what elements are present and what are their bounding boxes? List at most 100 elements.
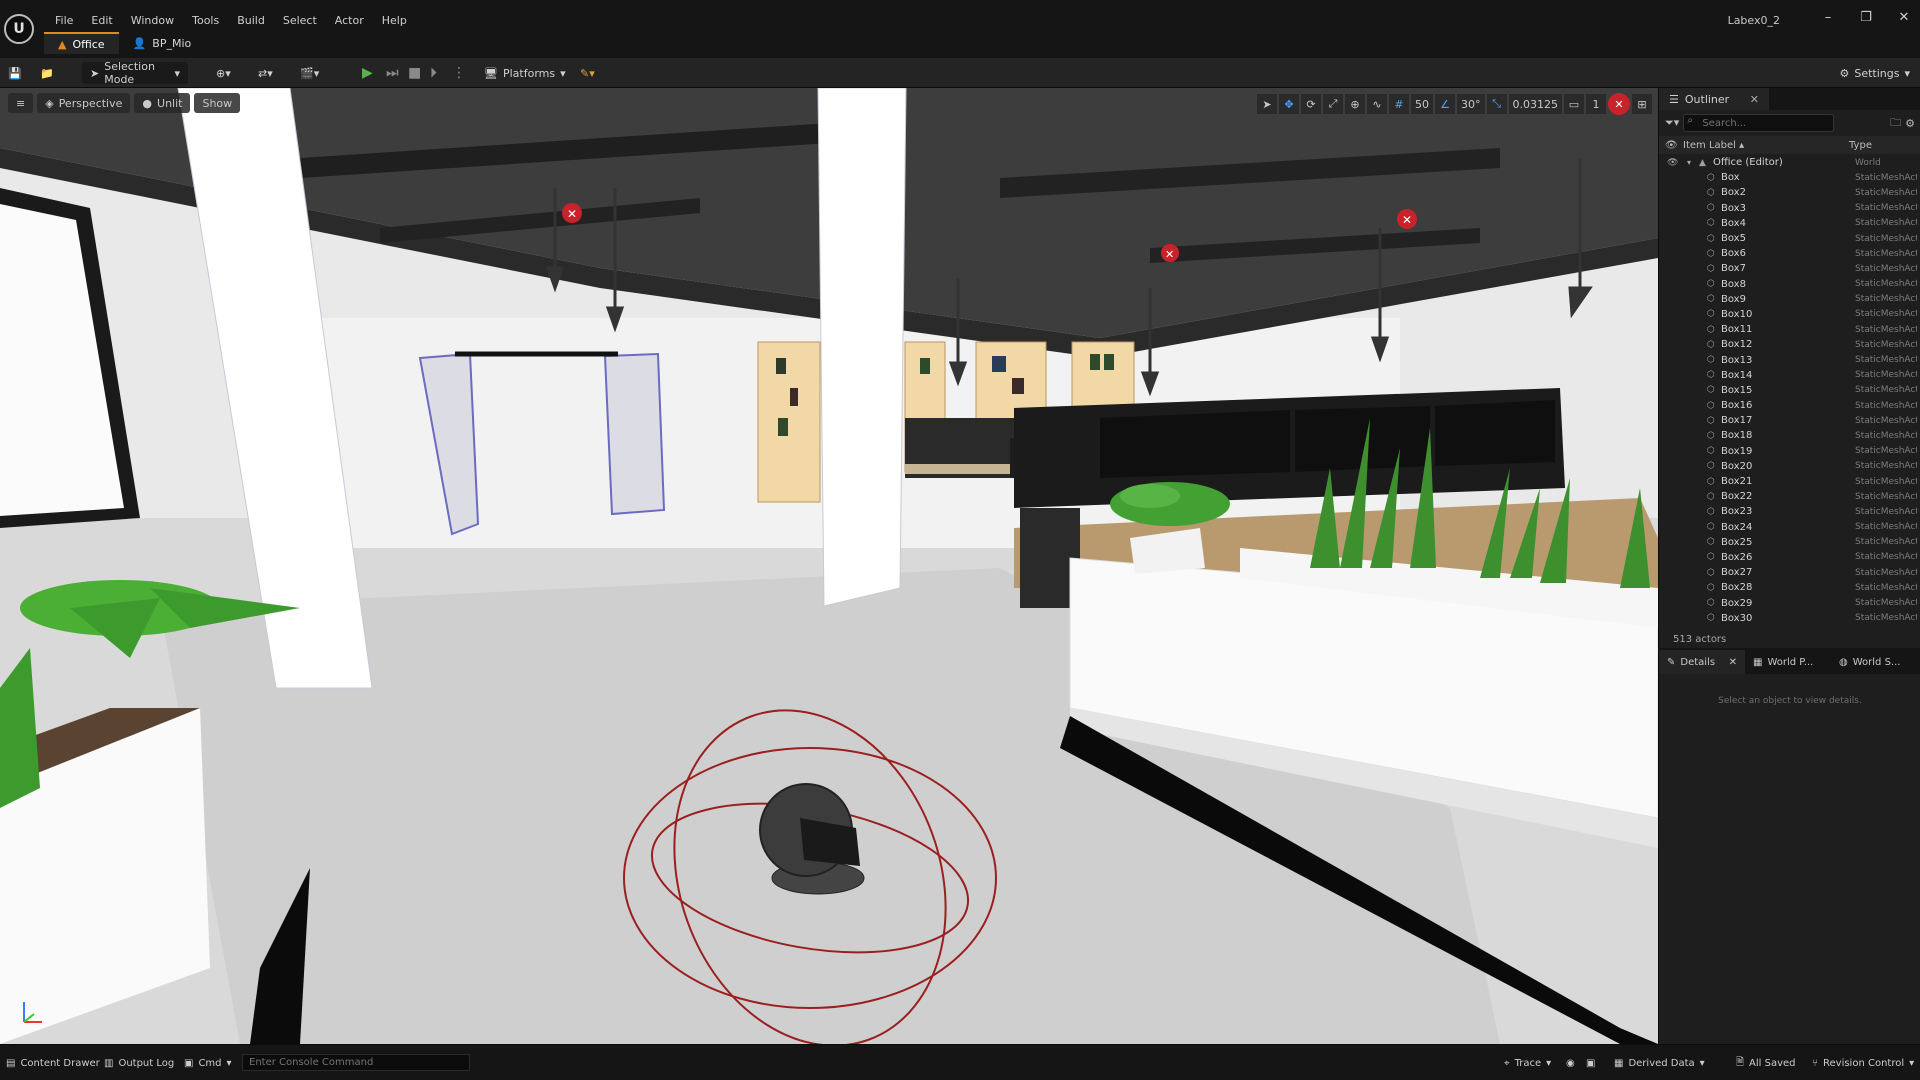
menu-edit[interactable]: Edit — [82, 12, 121, 29]
menu-tools[interactable]: Tools — [183, 12, 228, 29]
grid-snap-icon[interactable]: # — [1389, 94, 1409, 114]
scale-snap-icon[interactable]: ⤡ — [1486, 94, 1507, 114]
outliner-row[interactable]: ⬡ Box29 StaticMeshActor — [1659, 595, 1920, 610]
menu-select[interactable]: Select — [274, 12, 326, 29]
maximize-icon[interactable]: ❐ — [1856, 10, 1876, 25]
outliner-row[interactable]: ⬡ Box17 StaticMeshActor — [1659, 413, 1920, 428]
menu-file[interactable]: File — [46, 12, 82, 29]
revision-control-button[interactable]: ⑂ Revision Control ▾ — [1812, 1055, 1914, 1071]
add-actor-icon[interactable]: ⊕▾ — [216, 62, 231, 84]
scale-tool-icon[interactable]: ⤢ — [1323, 94, 1343, 114]
menu-window[interactable]: Window — [122, 12, 183, 29]
outliner-row[interactable]: ⬡ Box19 StaticMeshActor — [1659, 444, 1920, 459]
close-icon[interactable]: ✕ — [1894, 10, 1914, 25]
insights-icon[interactable]: ◉ — [1566, 1055, 1575, 1071]
outliner-row[interactable]: ⬡ Box3 StaticMeshActor — [1659, 201, 1920, 216]
viewport-menu-button[interactable]: ≡ — [8, 93, 34, 113]
select-tool-icon[interactable]: ➤ — [1257, 94, 1277, 114]
stop-icon[interactable]: ■ — [408, 62, 421, 84]
console-command-input[interactable] — [242, 1054, 470, 1071]
output-log-button[interactable]: ▥ Output Log — [104, 1055, 174, 1071]
play-icon[interactable]: ▶ — [362, 62, 373, 84]
outliner-row[interactable]: ⬡ Box14 StaticMeshActor — [1659, 368, 1920, 383]
outliner-row[interactable]: ⬡ Box StaticMeshActor — [1659, 170, 1920, 185]
close-tab-icon[interactable]: ✕ — [1736, 93, 1759, 106]
cinematics-icon[interactable]: 🎬▾ — [300, 62, 319, 84]
translate-tool-icon[interactable]: ✥ — [1279, 94, 1299, 114]
outliner-settings-icon[interactable]: ⚙ — [1905, 117, 1915, 130]
blueprint-menu-icon[interactable]: ⇄▾ — [258, 62, 273, 84]
outliner-row[interactable]: ⬡ Box5 StaticMeshActor — [1659, 231, 1920, 246]
perspective-button[interactable]: ◈ Perspective — [37, 93, 131, 113]
outliner-row[interactable]: ⬡ Box27 StaticMeshActor — [1659, 565, 1920, 580]
outliner-row[interactable]: ⬡ Box4 StaticMeshActor — [1659, 216, 1920, 231]
selection-mode-dropdown[interactable]: ➤ Selection Mode ▾ — [82, 60, 188, 86]
save-icon[interactable]: 💾 — [8, 62, 22, 84]
doc-tab-office[interactable]: ▲ Office — [44, 32, 119, 54]
eject-icon[interactable]: ⏵ — [430, 62, 437, 84]
maximize-viewport-icon[interactable]: ⊞ — [1632, 94, 1652, 114]
filter-icon[interactable]: ⏷▾ — [1665, 116, 1679, 130]
outliner-row[interactable]: ⬡ Box24 StaticMeshActor — [1659, 520, 1920, 535]
menu-build[interactable]: Build — [228, 12, 274, 29]
outliner-row[interactable]: ⬡ Box7 StaticMeshActor — [1659, 261, 1920, 276]
platforms-dropdown[interactable]: 🖥 Platforms ▾ — [484, 62, 566, 84]
outliner-row[interactable]: ⬡ Box25 StaticMeshActor — [1659, 535, 1920, 550]
screenshot-icon[interactable]: ▣ — [1586, 1055, 1595, 1071]
rotation-snap-icon[interactable]: ∠ — [1435, 94, 1455, 114]
show-button[interactable]: Show — [194, 93, 241, 113]
expand-arrow-icon[interactable]: ▾ — [1687, 158, 1691, 167]
outliner-row[interactable]: ⬡ Box8 StaticMeshActor — [1659, 277, 1920, 292]
scale-snap-value[interactable]: 0.03125 — [1508, 94, 1562, 114]
eye-icon[interactable]: 👁 — [1667, 158, 1678, 168]
outliner-search-input[interactable] — [1683, 114, 1835, 132]
launch-icon[interactable]: ✎▾ — [580, 62, 595, 84]
item-label-column[interactable]: Item Label ▴ — [1683, 140, 1744, 151]
rotation-snap-value[interactable]: 30° — [1457, 94, 1485, 114]
cmd-dropdown[interactable]: ▣ Cmd ▾ — [184, 1055, 232, 1071]
outliner-row[interactable]: ⬡ Box13 StaticMeshActor — [1659, 352, 1920, 367]
grid-snap-value[interactable]: 50 — [1411, 94, 1433, 114]
outliner-row[interactable]: ⬡ Box16 StaticMeshActor — [1659, 398, 1920, 413]
doc-tab-bp-mio[interactable]: 👤 BP_Mio — [119, 32, 206, 54]
outliner-row[interactable]: ⬡ Box23 StaticMeshActor — [1659, 504, 1920, 519]
details-tab-2[interactable]: ◍ World S... — [1831, 650, 1917, 674]
settings-dropdown[interactable]: ⚙ Settings ▾ — [1839, 62, 1910, 84]
derived-data-button[interactable]: ▦ Derived Data ▾ — [1614, 1055, 1705, 1071]
level-viewport[interactable]: ✕ ✕ ✕ ≡ ◈ Perspective ● Unlit Show ➤ ✥ ⟳… — [0, 88, 1658, 1044]
outliner-row[interactable]: ⬡ Box6 StaticMeshActor — [1659, 246, 1920, 261]
outliner-row[interactable]: ⬡ Box18 StaticMeshActor — [1659, 428, 1920, 443]
outliner-row[interactable]: ⬡ Box30 StaticMeshActor — [1659, 611, 1920, 625]
outliner-row[interactable]: ⬡ Box10 StaticMeshActor — [1659, 307, 1920, 322]
outliner-row[interactable]: ⬡ Box22 StaticMeshActor — [1659, 489, 1920, 504]
camera-speed-value[interactable]: 1 — [1586, 94, 1606, 114]
content-browser-icon[interactable]: 📁 — [40, 62, 54, 84]
minimize-icon[interactable]: – — [1818, 10, 1838, 25]
content-drawer-button[interactable]: ▤ Content Drawer — [6, 1055, 100, 1071]
visibility-eye-icon[interactable]: 👁 — [1665, 140, 1678, 151]
details-tab-0[interactable]: ✎ Details ✕ — [1659, 650, 1745, 674]
rotate-tool-icon[interactable]: ⟳ — [1301, 94, 1321, 114]
add-folder-icon[interactable]: 🗀 — [1890, 114, 1901, 133]
all-saved-button[interactable]: 🗎 All Saved — [1736, 1055, 1796, 1071]
outliner-row[interactable]: ⬡ Box9 StaticMeshActor — [1659, 292, 1920, 307]
viewport-scene[interactable]: ✕ ✕ ✕ — [0, 88, 1658, 1044]
menu-help[interactable]: Help — [373, 12, 416, 29]
view-mode-button[interactable]: ● Unlit — [134, 93, 191, 113]
unreal-logo-icon[interactable]: U — [4, 14, 34, 44]
more-options-icon[interactable]: ⋮ — [452, 62, 466, 84]
outliner-row[interactable]: ⬡ Box20 StaticMeshActor — [1659, 459, 1920, 474]
error-icon[interactable]: ✕ — [1608, 93, 1630, 115]
trace-dropdown[interactable]: ⌖ Trace ▾ — [1504, 1055, 1551, 1071]
outliner-row[interactable]: ⬡ Box26 StaticMeshActor — [1659, 550, 1920, 565]
outliner-row[interactable]: ⬡ Box28 StaticMeshActor — [1659, 580, 1920, 595]
camera-speed-icon[interactable]: ▭ — [1564, 94, 1584, 114]
type-column[interactable]: Type — [1849, 140, 1872, 151]
world-space-icon[interactable]: ⊕ — [1345, 94, 1365, 114]
outliner-row[interactable]: ⬡ Box15 StaticMeshActor — [1659, 383, 1920, 398]
outliner-row[interactable]: ⬡ Box12 StaticMeshActor — [1659, 337, 1920, 352]
close-tab-icon[interactable]: ✕ — [1729, 657, 1737, 668]
surface-snap-icon[interactable]: ∿ — [1367, 94, 1387, 114]
step-icon[interactable]: ⏭ — [386, 62, 399, 84]
outliner-root-row[interactable]: 👁 ▾ ▲ Office (Editor) World — [1659, 155, 1920, 170]
